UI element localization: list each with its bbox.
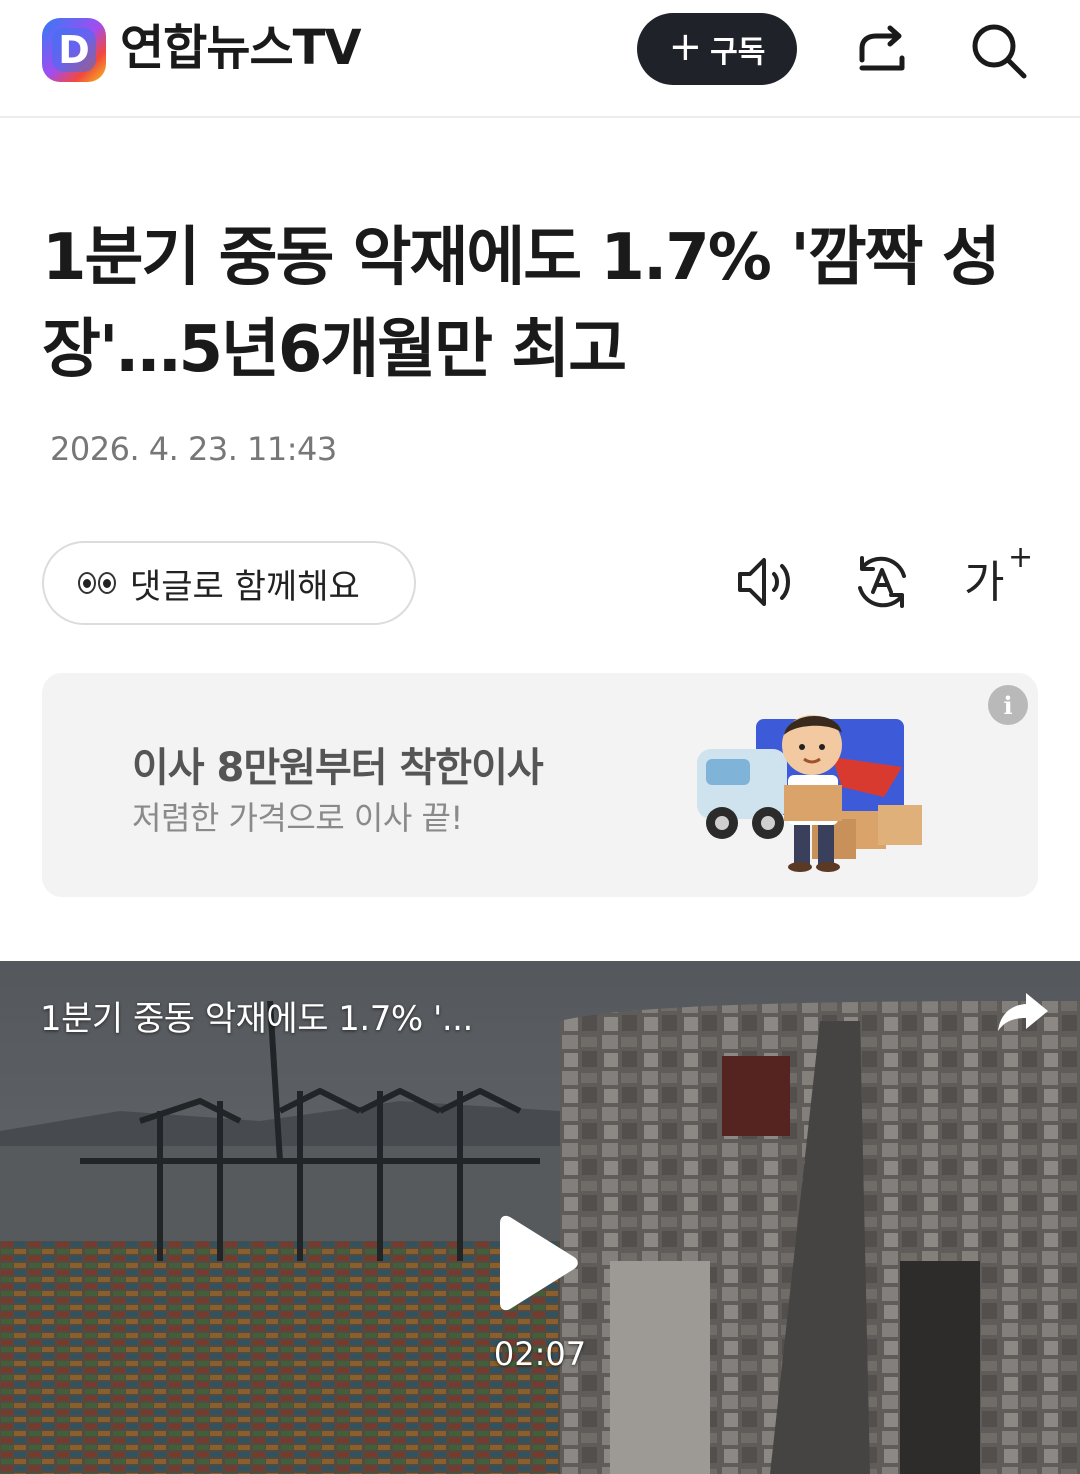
forward-share-icon[interactable]: [996, 989, 1050, 1035]
font-size-button[interactable]: 가 +: [964, 540, 1034, 610]
font-size-label: 가: [964, 557, 1005, 608]
ad-title: 이사 8만원부터 착한이사: [132, 745, 544, 791]
video-title: 1분기 중동 악재에도 1.7% '...: [40, 999, 473, 1039]
publish-date: 2026. 4. 23. 11:43: [50, 430, 337, 468]
eyes-icon: [78, 572, 116, 594]
plus-icon: +: [668, 24, 703, 70]
share-icon[interactable]: [852, 20, 912, 80]
ad-info-icon[interactable]: i: [988, 685, 1028, 725]
ad-banner[interactable]: 이사 8만원부터 착한이사 저렴한 가격으로 이사 끝! i: [42, 673, 1038, 897]
speaker-icon[interactable]: [734, 550, 798, 614]
play-icon[interactable]: [496, 1211, 580, 1315]
comment-button[interactable]: 댓글로 함께해요: [42, 541, 416, 625]
channel-name[interactable]: 연합뉴스TV: [120, 20, 362, 76]
video-duration: 02:07: [493, 1335, 587, 1373]
app-header: D 연합뉴스TV + 구독: [0, 0, 1080, 118]
moving-mascot-illustration: [697, 715, 922, 872]
ad-subtitle: 저렴한 가격으로 이사 끝!: [132, 799, 463, 837]
article-headline: 1분기 중동 악재에도 1.7% '깜짝 성장'…5년6개월만 최고: [42, 221, 1001, 387]
svg-text:D: D: [58, 28, 90, 72]
subscribe-button[interactable]: + 구독: [637, 13, 797, 85]
daum-logo-icon[interactable]: D: [42, 18, 106, 82]
font-size-plus-icon: +: [1008, 540, 1034, 575]
translate-icon[interactable]: [850, 550, 914, 614]
search-icon[interactable]: [968, 20, 1028, 80]
video-player[interactable]: 1분기 중동 악재에도 1.7% '... 02:07: [0, 961, 1080, 1474]
subscribe-label: 구독: [710, 35, 766, 70]
comment-label: 댓글로 함께해요: [130, 566, 360, 607]
